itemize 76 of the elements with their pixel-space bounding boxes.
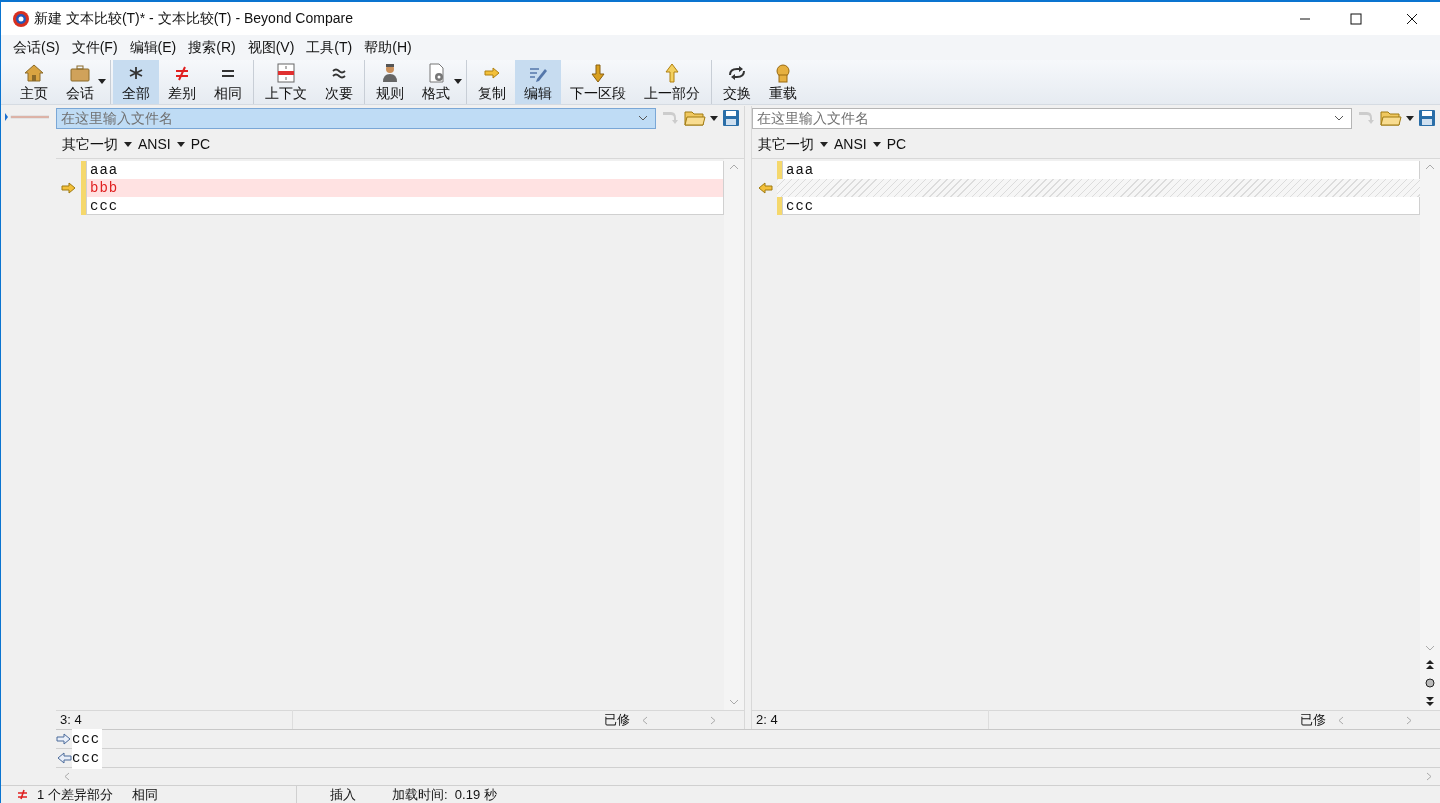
scroll-up-icon[interactable]: [1425, 163, 1435, 170]
scroll-right-icon[interactable]: [1406, 715, 1412, 725]
toolbar-button[interactable]: 次要: [316, 60, 362, 104]
format-menu[interactable]: ANSI: [136, 133, 173, 155]
modified-status: 已修: [604, 711, 631, 730]
caret-icon: [872, 141, 881, 147]
caret-icon: [820, 141, 828, 147]
toolbar-button[interactable]: 编辑: [515, 60, 561, 104]
caret-icon: [98, 79, 106, 84]
swap-icon: [726, 63, 748, 83]
caret-icon: [454, 79, 462, 84]
caret-icon: [124, 141, 132, 147]
filter-status: 相同: [132, 784, 297, 803]
menu-item[interactable]: 视图(V): [241, 37, 301, 58]
menu-item[interactable]: 文件(F): [65, 37, 124, 58]
folder-icon[interactable]: [1380, 109, 1402, 127]
toolbar-button[interactable]: 上下文: [256, 60, 316, 104]
not-equal-icon: [17, 789, 28, 800]
toolbar-button[interactable]: 格式: [413, 60, 464, 104]
toolbar-button[interactable]: 复制: [469, 60, 515, 104]
toolbar-button[interactable]: 全部: [113, 60, 159, 104]
menu-item[interactable]: 会话(S): [7, 37, 66, 58]
change-bar: [777, 161, 782, 179]
change-bar: [777, 197, 782, 215]
format-menu[interactable]: PC: [884, 133, 909, 155]
arrow-left-icon: [56, 752, 72, 764]
toolbar-button[interactable]: 会话: [57, 60, 108, 104]
menu-item[interactable]: 搜索(R): [182, 37, 242, 58]
context-icon: [275, 63, 297, 83]
edit-mode-status: 插入: [330, 785, 357, 803]
format-menu[interactable]: 其它一切: [756, 133, 816, 155]
cursor-position: 2: 4: [752, 710, 989, 730]
toolbar-button[interactable]: 相同: [205, 60, 251, 104]
format-menu[interactable]: ANSI: [832, 133, 869, 155]
menu-item[interactable]: 编辑(E): [123, 37, 183, 58]
current-difference-icon[interactable]: [1425, 678, 1435, 688]
toolbar-button[interactable]: 上一部分: [635, 60, 709, 104]
menu-item[interactable]: 帮助(H): [358, 37, 418, 58]
scroll-left-icon[interactable]: [642, 715, 648, 725]
pane-marker-icon: [5, 113, 49, 121]
scroll-up-icon[interactable]: [729, 163, 739, 170]
toolbar-button[interactable]: 主页: [11, 60, 57, 104]
caret-icon: [1406, 115, 1414, 121]
format-menu[interactable]: PC: [188, 133, 213, 155]
scroll-left-icon[interactable]: [1338, 715, 1344, 725]
scroll-down-icon[interactable]: [729, 699, 739, 706]
scroll-left-icon[interactable]: [64, 772, 70, 781]
save-icon[interactable]: [1418, 109, 1436, 127]
scroll-down-icon[interactable]: [1425, 645, 1435, 652]
save-icon[interactable]: [722, 109, 740, 127]
home-icon: [23, 63, 45, 83]
scroll-right-icon[interactable]: [1426, 772, 1432, 781]
toolbar-button[interactable]: 交换: [714, 60, 760, 104]
arrow-right-icon: [56, 733, 72, 745]
vertical-scrollbar[interactable]: [724, 159, 744, 710]
arrow-right-icon: [60, 182, 77, 194]
toolbar-button[interactable]: 差别: [159, 60, 205, 104]
arrow-left-icon: [756, 182, 773, 194]
load-time-status: 加载时间: 0.19 秒: [392, 785, 497, 803]
previous-difference-icon[interactable]: [1426, 660, 1434, 670]
caret-icon: [710, 115, 718, 121]
briefcase-icon: [69, 63, 91, 83]
modified-status: 已俢: [1300, 711, 1327, 730]
vertical-scrollbar[interactable]: [1420, 159, 1440, 710]
toolbar-button[interactable]: 重载: [760, 60, 806, 104]
toolbar-button[interactable]: 规则: [367, 60, 413, 104]
menu-item[interactable]: 工具(T): [300, 37, 359, 58]
caret-icon: [176, 141, 185, 147]
next-difference-icon[interactable]: [1426, 696, 1434, 706]
folder-icon[interactable]: [684, 109, 706, 127]
difference-count: 1 个差异部分: [37, 785, 114, 803]
toolbar-button[interactable]: 下一区段: [561, 60, 635, 104]
app-logo-icon: [12, 9, 30, 28]
format-menu[interactable]: 其它一切: [60, 133, 120, 155]
scroll-right-icon[interactable]: [710, 715, 716, 725]
window-title: 新建 文本比较(T)* - 文本比较(T) - Beyond Compare: [34, 9, 353, 28]
